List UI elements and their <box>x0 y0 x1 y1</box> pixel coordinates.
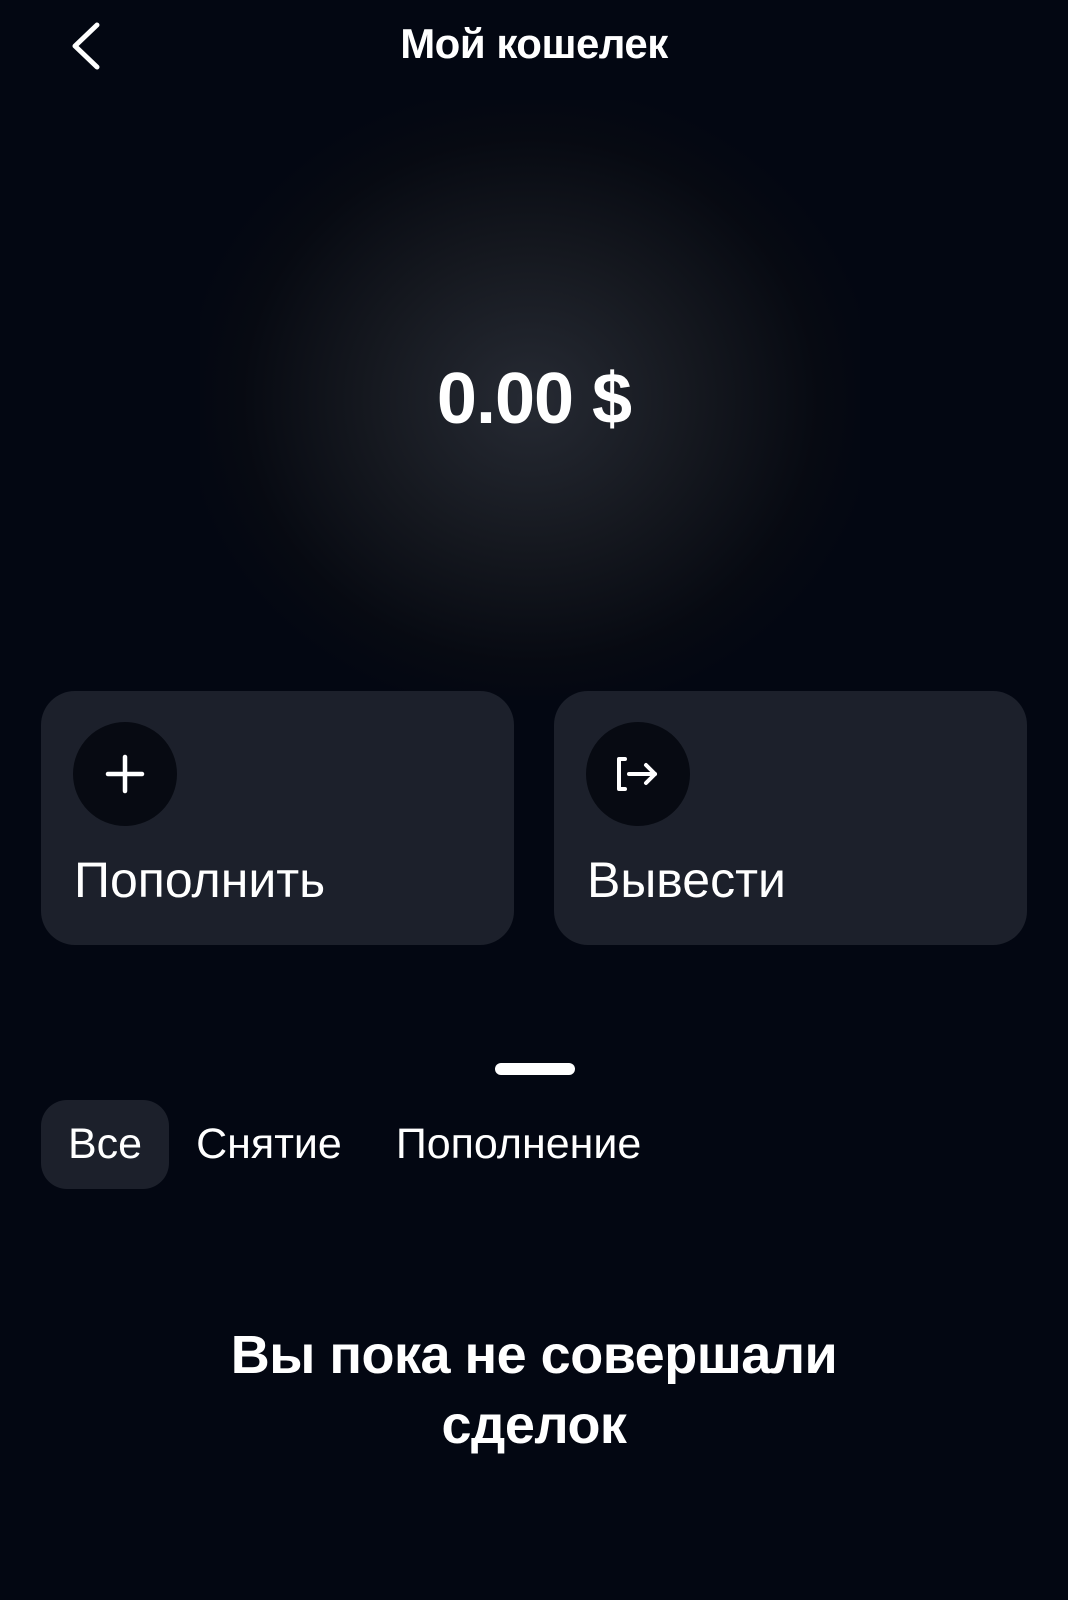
top-up-button[interactable]: Пополнить <box>41 691 514 945</box>
plus-icon-circle <box>73 722 177 826</box>
exit-arrow-icon <box>617 757 657 791</box>
wallet-balance: 0.00 $ <box>436 359 632 439</box>
tab-deposit[interactable]: Пополнение <box>369 1100 669 1189</box>
empty-state-line-1: Вы пока не совершали <box>230 1325 838 1385</box>
empty-state-message: Вы пока не совершали сделок <box>0 1320 1068 1460</box>
page-title: Мой кошелек <box>400 20 668 67</box>
withdraw-button[interactable]: Вывести <box>554 691 1027 945</box>
wallet-screen: Мой кошелек 0.00 $ Пополнить Вывести Все… <box>0 0 1068 1600</box>
withdraw-label: Вывести <box>587 852 786 908</box>
tab-all[interactable]: Все <box>41 1100 170 1189</box>
transaction-filter-tabs: Все Снятие Пополнение <box>41 1100 668 1189</box>
sheet-drag-handle[interactable] <box>495 1063 575 1075</box>
exit-icon-circle <box>586 722 690 826</box>
tab-withdrawal[interactable]: Снятие <box>169 1100 369 1189</box>
header: Мой кошелек <box>0 0 1068 96</box>
plus-icon <box>105 754 145 794</box>
empty-state-line-2: сделок <box>441 1395 627 1455</box>
top-up-label: Пополнить <box>74 852 326 908</box>
